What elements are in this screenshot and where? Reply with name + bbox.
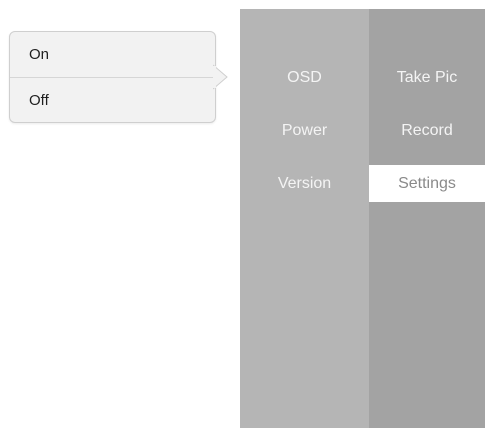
menu-item-version[interactable]: Version xyxy=(240,165,369,202)
screen: On Off OSD Power Version Take Pic Record… xyxy=(0,0,485,428)
option-off-label: Off xyxy=(29,92,49,109)
menu-item-power[interactable]: Power xyxy=(240,112,369,149)
menu-item-take-pic-label: Take Pic xyxy=(396,69,458,86)
menu-item-record[interactable]: Record xyxy=(369,112,485,149)
menu-item-osd[interactable]: OSD xyxy=(240,59,369,96)
menu-item-power-label: Power xyxy=(281,122,328,139)
menu-item-osd-label: OSD xyxy=(287,69,322,86)
option-off[interactable]: Off xyxy=(10,78,215,123)
menu-item-settings-label: Settings xyxy=(398,175,456,192)
menu-item-take-pic[interactable]: Take Pic xyxy=(369,59,485,96)
menu-item-settings[interactable]: Settings xyxy=(369,165,485,202)
option-on-label: On xyxy=(29,46,50,63)
menu-column-left: OSD Power Version xyxy=(240,9,369,428)
option-on[interactable]: On xyxy=(10,32,215,77)
menu-item-record-label: Record xyxy=(401,122,453,139)
popover-arrow-icon xyxy=(213,64,228,90)
menu-item-version-label: Version xyxy=(277,175,332,192)
menu-column-right: Take Pic Record Settings xyxy=(369,9,485,428)
toggle-popover: On Off xyxy=(9,31,216,123)
